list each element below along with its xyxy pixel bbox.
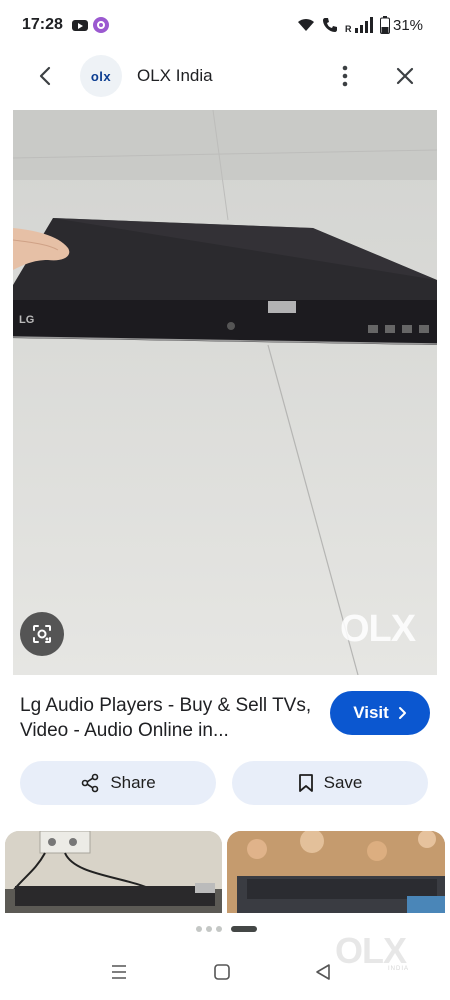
carousel-indicator	[196, 926, 257, 932]
share-icon	[82, 773, 99, 793]
close-icon[interactable]	[393, 64, 417, 88]
wifi-icon	[298, 18, 314, 31]
youtube-icon	[72, 20, 88, 31]
olx-watermark: OLX	[340, 608, 416, 650]
site-logo: olx	[80, 55, 122, 97]
battery-icon	[380, 16, 390, 34]
roaming-indicator: R	[345, 24, 352, 34]
related-image-2-photo	[227, 831, 445, 913]
product-image[interactable]: LG	[13, 110, 437, 675]
share-button[interactable]: Share	[20, 761, 216, 805]
site-title[interactable]: OLX India	[137, 66, 213, 86]
app-icon	[93, 17, 109, 33]
dvd-player-photo	[13, 110, 437, 675]
back-arrow-icon[interactable]	[34, 64, 58, 88]
related-image-2[interactable]	[227, 831, 445, 913]
lg-brand-label: LG	[19, 314, 35, 326]
status-bar: 17:28 R 31%	[0, 0, 450, 52]
more-options-icon[interactable]	[336, 64, 354, 88]
related-image-1-photo	[5, 831, 222, 913]
chevron-right-icon	[398, 707, 406, 719]
save-button[interactable]: Save	[232, 761, 428, 805]
recent-apps-icon[interactable]	[111, 964, 127, 980]
bookmark-icon	[298, 774, 313, 792]
google-lens-button[interactable]	[20, 612, 64, 656]
home-icon[interactable]	[214, 964, 230, 980]
call-icon	[323, 18, 337, 32]
status-time: 17:28	[22, 16, 63, 33]
lens-icon	[33, 625, 51, 643]
save-label: Save	[323, 773, 363, 792]
logo-text: olx	[90, 68, 112, 84]
olx-watermark-sub: INDIA	[388, 966, 410, 972]
visit-label: Visit	[353, 703, 389, 722]
share-label: Share	[110, 773, 156, 792]
result-title[interactable]: Lg Audio Players - Buy & Sell TVs, Video…	[20, 693, 320, 743]
signal-icon	[355, 17, 373, 33]
visit-button[interactable]: Visit	[330, 691, 430, 735]
nav-back-icon[interactable]	[315, 963, 331, 981]
related-image-1[interactable]	[5, 831, 222, 913]
battery-percent: 31%	[393, 17, 424, 34]
